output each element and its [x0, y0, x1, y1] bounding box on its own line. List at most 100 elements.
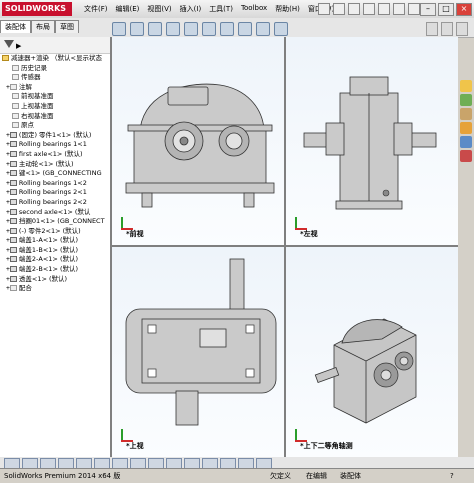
tree-item[interactable]: + first axle<1> (默认): [0, 150, 110, 160]
scene-icon[interactable]: [256, 22, 270, 36]
menu-file[interactable]: 文件(F): [84, 4, 108, 14]
print-icon[interactable]: [363, 3, 375, 15]
part-icon: [9, 198, 17, 205]
graphics-area[interactable]: *前视 *左视 *上视 *上下二等角轴测: [112, 37, 458, 457]
origin-icon: [12, 122, 19, 129]
tab-assembly[interactable]: 装配体: [0, 20, 31, 33]
section-view-icon[interactable]: [166, 22, 180, 36]
menu-bar: 文件(F) 编辑(E) 视图(V) 插入(I) 工具(T) Toolbox 帮助…: [84, 4, 334, 14]
tree-item[interactable]: + Rolling bearings 1<1: [0, 140, 110, 150]
part-icon: [9, 246, 17, 253]
view-orientation-icon[interactable]: [184, 22, 198, 36]
new-file-icon[interactable]: [318, 3, 330, 15]
restore-icon[interactable]: [441, 22, 453, 36]
part-icon: [9, 218, 17, 225]
filter-icon[interactable]: [4, 40, 14, 48]
file-explorer-icon[interactable]: [460, 122, 472, 134]
menu-toolbox[interactable]: Toolbox: [241, 4, 267, 14]
close-doc-icon[interactable]: [456, 22, 468, 36]
tree-root[interactable]: 减速器+渲染 （默认<显示状态: [0, 54, 110, 64]
menu-tools[interactable]: 工具(T): [209, 4, 233, 14]
tree-item[interactable]: + 端盖2-B<1> (默认): [0, 265, 110, 275]
viewport-iso[interactable]: *上下二等角轴测: [286, 247, 458, 457]
tab-sketch[interactable]: 草图: [55, 20, 79, 33]
annotation-icon: [9, 83, 17, 90]
solidworks-logo[interactable]: SOLIDWORKS: [2, 2, 72, 16]
menu-insert[interactable]: 插入(I): [180, 4, 202, 14]
viewport-left[interactable]: *左视: [286, 37, 458, 245]
tree-item[interactable]: + 注解: [0, 83, 110, 93]
view-palette-icon[interactable]: [460, 136, 472, 148]
status-editing: 在编辑: [306, 472, 327, 480]
tree-item[interactable]: + 端盖2-A<1> (默认): [0, 255, 110, 265]
view-heads-up-toolbar: [112, 22, 288, 36]
quick-access-toolbar: [318, 3, 420, 15]
tree-item[interactable]: + 挡圈01<1> (GB_CONNECT: [0, 217, 110, 227]
tree-item[interactable]: + 端盖1-A<1> (默认): [0, 236, 110, 246]
expand-arrow-icon[interactable]: ▶: [16, 42, 21, 50]
plane-icon: [12, 112, 19, 119]
history-icon: [12, 64, 19, 71]
window-tools: [426, 22, 468, 36]
minimize-button[interactable]: –: [420, 3, 436, 16]
design-library-icon[interactable]: [460, 108, 472, 120]
tree-item[interactable]: 右视基准面: [0, 112, 110, 122]
tree-item[interactable]: + Rolling bearings 2<2: [0, 198, 110, 208]
options-icon[interactable]: [408, 3, 420, 15]
viewport-top[interactable]: *上视: [112, 247, 284, 457]
tree-item[interactable]: + (固定) 零件1<1> (默认): [0, 131, 110, 141]
resources-icon[interactable]: [460, 94, 472, 106]
display-style-icon[interactable]: [202, 22, 216, 36]
sensor-icon: [12, 74, 19, 81]
tree-item[interactable]: 传感器: [0, 73, 110, 83]
tree-item[interactable]: + Rolling bearings 1<2: [0, 179, 110, 189]
zoom-area-icon[interactable]: [130, 22, 144, 36]
home-icon[interactable]: [460, 80, 472, 92]
previous-view-icon[interactable]: [148, 22, 162, 36]
part-icon: [9, 150, 17, 157]
tree-item[interactable]: + 键<1> (GB_CONNECTING: [0, 169, 110, 179]
viewport-label-left: *左视: [300, 230, 318, 238]
close-button[interactable]: ×: [456, 3, 472, 16]
tab-layout[interactable]: 布局: [31, 20, 55, 33]
title-bar: SOLIDWORKS 文件(F) 编辑(E) 视图(V) 插入(I) 工具(T)…: [0, 0, 474, 19]
viewport-front[interactable]: *前视: [112, 37, 284, 245]
feature-manager-tabs: 装配体 布局 草图: [0, 20, 79, 33]
tree-item[interactable]: 原点: [0, 121, 110, 131]
menu-view[interactable]: 视图(V): [147, 4, 171, 14]
select-icon[interactable]: [393, 3, 405, 15]
tree-item[interactable]: + (-) 零件2<1> (默认): [0, 227, 110, 237]
zoom-fit-icon[interactable]: [112, 22, 126, 36]
tree-item[interactable]: 上视基准面: [0, 102, 110, 112]
open-file-icon[interactable]: [333, 3, 345, 15]
tree-item[interactable]: + 配合: [0, 284, 110, 294]
save-icon[interactable]: [348, 3, 360, 15]
menu-help[interactable]: 帮助(H): [275, 4, 300, 14]
tree-item[interactable]: + 主动轮<1> (默认): [0, 160, 110, 170]
plane-icon: [12, 93, 19, 100]
viewport-label-iso: *上下二等角轴测: [300, 442, 353, 450]
appearances-icon[interactable]: [460, 150, 472, 162]
part-icon: [9, 170, 17, 177]
part-icon: [9, 141, 17, 148]
help-icon[interactable]: ?: [450, 469, 454, 483]
feature-manager-tree: ▶ 减速器+渲染 （默认<显示状态 历史记录 传感器 + 注解 前视基准面 上视基…: [0, 37, 112, 457]
part-icon: [9, 227, 17, 234]
hide-show-icon[interactable]: [220, 22, 234, 36]
tree-toolbar: ▶: [0, 37, 110, 54]
appearance-icon[interactable]: [238, 22, 252, 36]
tree-item[interactable]: + 透盖<1> (默认): [0, 275, 110, 285]
tree-item[interactable]: 前视基准面: [0, 92, 110, 102]
tree-item[interactable]: + Rolling bearings 2<1: [0, 188, 110, 198]
undo-icon[interactable]: [378, 3, 390, 15]
tree-item[interactable]: + second axle<1> (默认: [0, 208, 110, 218]
status-mode: 装配体: [340, 472, 361, 480]
part-icon: [9, 160, 17, 167]
tile-icon[interactable]: [426, 22, 438, 36]
iso-view-model: [314, 318, 417, 424]
menu-edit[interactable]: 编辑(E): [116, 4, 140, 14]
status-version: SolidWorks Premium 2014 x64 版: [4, 472, 121, 480]
view-settings-icon[interactable]: [274, 22, 288, 36]
tree-item[interactable]: 历史记录: [0, 64, 110, 74]
maximize-button[interactable]: □: [438, 3, 454, 16]
